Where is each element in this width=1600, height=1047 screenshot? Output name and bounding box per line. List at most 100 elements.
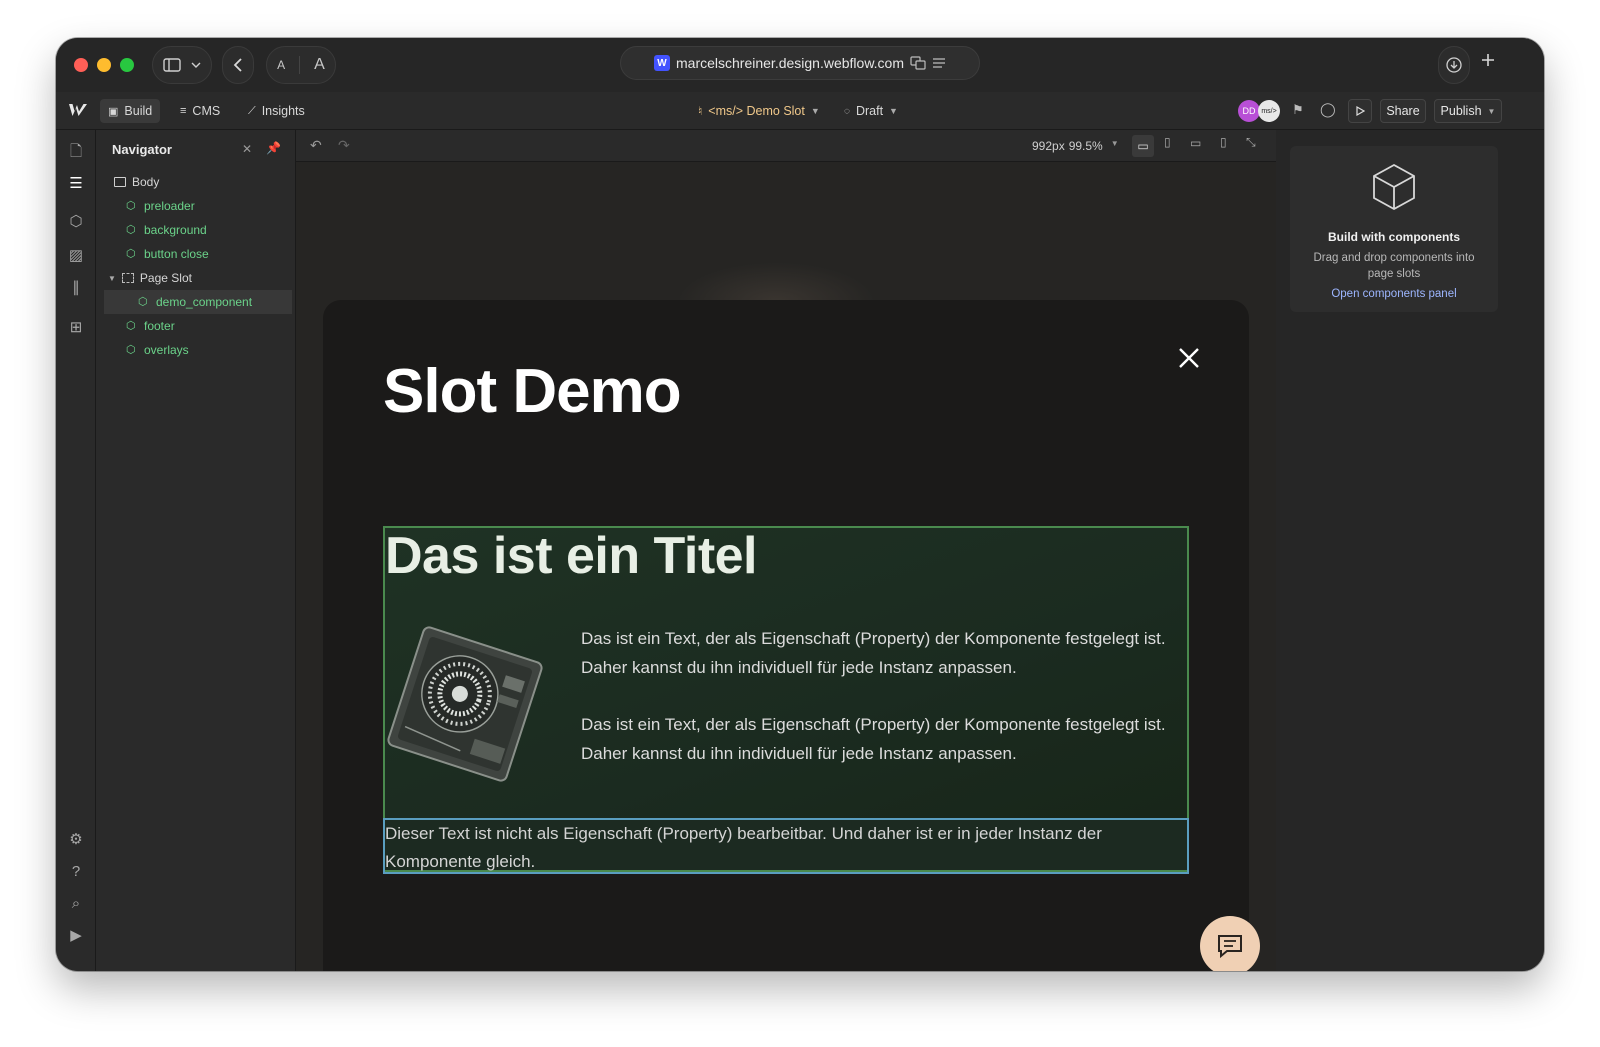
build-tab[interactable]: ▣ Build bbox=[100, 99, 161, 123]
downloads-button[interactable] bbox=[1438, 46, 1470, 84]
nav-item-page-slot[interactable]: ▼ Page Slot bbox=[104, 266, 292, 290]
publish-button[interactable]: Publish ▼ bbox=[1434, 99, 1502, 123]
webflow-logo[interactable] bbox=[68, 102, 88, 120]
designer-toolbar: ▣ Build ≡ CMS ⟋ Insights ♮ <ms/> Demo Sl… bbox=[56, 92, 1544, 130]
pages-icon[interactable]: 🗋 bbox=[66, 142, 86, 162]
preview-button[interactable] bbox=[1348, 99, 1372, 123]
close-icon bbox=[1179, 348, 1199, 368]
sidebar-toggle-button[interactable] bbox=[152, 46, 212, 84]
page-icon: ♮ bbox=[698, 104, 703, 118]
pin-icon[interactable]: 📌 bbox=[266, 141, 281, 155]
webflow-logo-icon bbox=[69, 104, 87, 116]
avatar[interactable]: ms/> bbox=[1258, 100, 1280, 122]
chevron-down-icon: ▼ bbox=[810, 106, 820, 116]
page-slot[interactable]: Das ist ein Titel Das ist ein Text, der … bbox=[383, 526, 1189, 874]
canvas-toolbar: ↶ ↷ 992px 99.5% ▼ ▭ ▯ ▭ ▯ ⤡ bbox=[296, 130, 1276, 162]
avatar[interactable]: DD bbox=[1238, 100, 1260, 122]
draft-status-icon: ◌ bbox=[844, 105, 850, 117]
circuit-board-image bbox=[385, 624, 545, 784]
collapse-icon[interactable]: ✕ bbox=[242, 142, 252, 156]
assets-icon[interactable]: ▨ bbox=[66, 246, 86, 266]
cms-tab[interactable]: ≡ CMS bbox=[172, 99, 228, 123]
back-icon bbox=[233, 58, 242, 72]
component-icon: ⬡ bbox=[138, 296, 148, 308]
search-icon[interactable]: ⌕ bbox=[66, 894, 86, 914]
mobile-portrait-breakpoint-icon[interactable]: ▯ bbox=[1220, 135, 1227, 149]
flag-icon[interactable]: ⚑ bbox=[1292, 102, 1304, 118]
design-canvas[interactable]: Slot Demo Das ist ein Titel Das ist ein … bbox=[296, 162, 1276, 971]
nav-item-demo-component[interactable]: ⬡ demo_component bbox=[104, 290, 292, 314]
mobile-landscape-breakpoint-icon[interactable]: ▭ bbox=[1190, 136, 1201, 150]
minimize-window-button[interactable] bbox=[97, 58, 111, 72]
close-window-button[interactable] bbox=[74, 58, 88, 72]
play-icon bbox=[1356, 106, 1365, 116]
canvas-width: 992px bbox=[1032, 139, 1065, 153]
component-icon: ⬡ bbox=[126, 200, 136, 212]
nav-item-overlays[interactable]: ⬡ overlays bbox=[104, 338, 292, 362]
text-size-control[interactable]: A A bbox=[266, 46, 336, 84]
tablet-breakpoint-icon[interactable]: ▯ bbox=[1164, 135, 1171, 149]
navigator-title: Navigator bbox=[112, 142, 172, 157]
help-icon[interactable]: ? bbox=[66, 862, 86, 882]
chevron-down-icon: ▼ bbox=[1487, 106, 1496, 116]
nav-item-button-close[interactable]: ⬡ button close bbox=[104, 242, 292, 266]
nav-item-body[interactable]: Body bbox=[104, 170, 292, 194]
property-text-1: Das ist ein Text, der als Eigenschaft (P… bbox=[581, 629, 1166, 677]
nav-item-background[interactable]: ⬡ background bbox=[104, 218, 292, 242]
download-icon bbox=[1446, 57, 1462, 73]
back-button[interactable] bbox=[222, 46, 254, 84]
share-button[interactable]: Share bbox=[1380, 99, 1426, 123]
chat-icon bbox=[1218, 935, 1242, 959]
static-text[interactable]: Dieser Text ist nicht als Eigenschaft (P… bbox=[383, 818, 1189, 874]
video-icon[interactable]: ▶ bbox=[66, 926, 86, 946]
modal: Slot Demo Das ist ein Titel Das ist ein … bbox=[323, 300, 1249, 971]
reader-icon[interactable] bbox=[932, 57, 946, 69]
card-description: Drag and drop components into page slots bbox=[1313, 252, 1475, 280]
libraries-icon[interactable]: ∥ bbox=[66, 278, 86, 298]
comment-icon[interactable]: ◯ bbox=[1320, 101, 1336, 118]
slot-icon bbox=[121, 273, 134, 283]
browser-toolbar: A A W marcelschreiner.design.webflow.com bbox=[56, 38, 1544, 92]
fit-canvas-icon[interactable]: ⤡ bbox=[1246, 135, 1256, 150]
address-bar[interactable]: W marcelschreiner.design.webflow.com bbox=[620, 46, 980, 80]
left-icon-rail: 🗋 ☰ ⬡ ▨ ∥ ⊞ ⚙ ? ⌕ ▶ bbox=[56, 130, 96, 971]
chat-button[interactable] bbox=[1200, 916, 1260, 971]
navigator-icon[interactable]: ☰ bbox=[66, 174, 86, 194]
components-icon[interactable]: ⬡ bbox=[66, 212, 86, 232]
webflow-favicon: W bbox=[654, 55, 670, 71]
divider bbox=[299, 56, 301, 74]
page-selector[interactable]: ♮ <ms/> Demo Slot ▼ bbox=[690, 99, 828, 123]
chevron-down-icon[interactable]: ▼ bbox=[108, 274, 116, 283]
url-text: marcelschreiner.design.webflow.com bbox=[676, 55, 904, 71]
demo-component[interactable]: Das ist ein Titel Das ist ein Text, der … bbox=[385, 527, 1187, 818]
apps-icon[interactable]: ⊞ bbox=[66, 318, 86, 338]
draft-status[interactable]: ◌ Draft ▼ bbox=[836, 99, 906, 123]
settings-icon[interactable]: ⚙ bbox=[66, 830, 86, 850]
redo-icon[interactable]: ↷ bbox=[338, 137, 350, 154]
chevron-down-icon bbox=[191, 62, 201, 68]
component-icon: ⬡ bbox=[126, 344, 136, 356]
browser-window: A A W marcelschreiner.design.webflow.com… bbox=[56, 38, 1544, 971]
component-icon: ⬡ bbox=[126, 320, 136, 332]
new-tab-button[interactable] bbox=[1480, 52, 1504, 76]
translate-icon[interactable] bbox=[910, 56, 926, 70]
right-panel: Build with components Drag and drop comp… bbox=[1276, 130, 1544, 971]
insights-tab[interactable]: ⟋ Insights bbox=[240, 99, 313, 123]
desktop-breakpoint-icon[interactable]: ▭ bbox=[1132, 135, 1154, 157]
navigator-panel: Navigator ✕ 📌 Body ⬡ preloader ⬡ backgro… bbox=[96, 130, 296, 971]
open-components-panel-link[interactable]: Open components panel bbox=[1290, 288, 1498, 300]
card-title: Build with components bbox=[1328, 230, 1460, 244]
close-button[interactable] bbox=[1175, 344, 1203, 372]
text-smaller-button[interactable]: A bbox=[277, 58, 285, 72]
text-larger-button[interactable]: A bbox=[314, 56, 325, 74]
new-tab-icon bbox=[1482, 54, 1494, 66]
component-title: Das ist ein Titel bbox=[385, 527, 758, 585]
zoom-window-button[interactable] bbox=[120, 58, 134, 72]
undo-icon[interactable]: ↶ bbox=[310, 137, 322, 154]
nav-item-footer[interactable]: ⬡ footer bbox=[104, 314, 292, 338]
nav-item-preloader[interactable]: ⬡ preloader bbox=[104, 194, 292, 218]
components-card: Build with components Drag and drop comp… bbox=[1290, 146, 1498, 312]
canvas-size-readout[interactable]: 992px 99.5% ▼ bbox=[1032, 139, 1119, 153]
chevron-down-icon: ▼ bbox=[889, 106, 898, 116]
component-icon: ⬡ bbox=[126, 248, 136, 260]
